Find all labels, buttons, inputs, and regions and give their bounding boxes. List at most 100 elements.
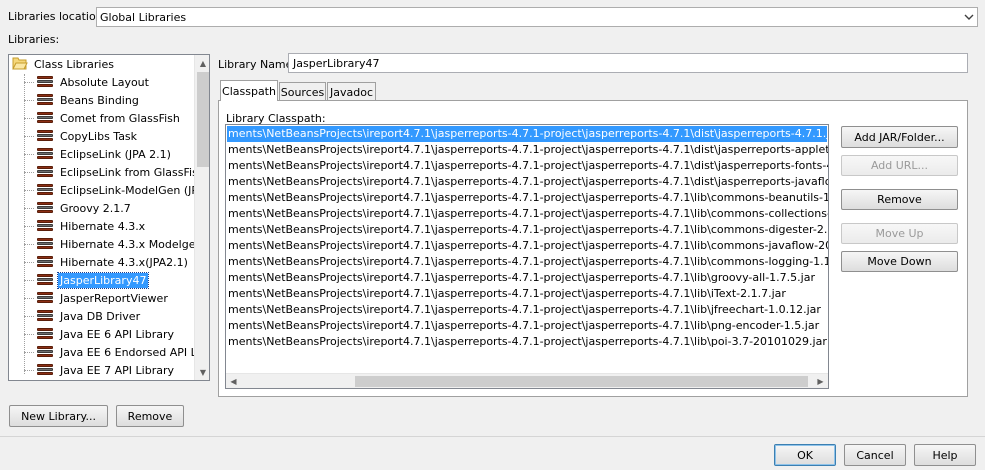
tree-item[interactable]: Beans Binding	[24, 91, 141, 109]
library-name-input[interactable]: JasperLibrary47	[288, 53, 968, 73]
tree-item[interactable]: JasperLibrary47	[24, 271, 150, 289]
folder-open-icon	[12, 56, 28, 73]
libraries-location-value: Global Libraries	[100, 10, 187, 24]
library-books-icon	[36, 255, 54, 269]
tree-scroll-thumb[interactable]	[197, 72, 209, 167]
dialog-separator	[0, 436, 985, 437]
tree-item-label: Absolute Layout	[60, 75, 149, 89]
tree-item-label: Hibernate 4.3.x Modelgen	[60, 237, 203, 251]
tab-sources[interactable]: Sources	[279, 82, 326, 101]
classpath-entry[interactable]: ments\NetBeansProjects\ireport4.7.1\jasp…	[227, 158, 828, 174]
tree-item-label: EclipseLink from GlassFish	[60, 165, 205, 179]
add-jar-folder-button[interactable]: Add JAR/Folder...	[841, 126, 958, 148]
library-tree[interactable]: Class Libraries Absolute Layout Beans Bin…	[8, 54, 210, 381]
tab-classpath[interactable]: Classpath	[220, 80, 278, 101]
tree-item-label: EclipseLink (JPA 2.1)	[60, 147, 171, 161]
tree-vertical-scrollbar[interactable]: ▲ ▼	[194, 55, 209, 380]
tab-javadoc-label: Javadoc	[330, 85, 373, 99]
tree-item[interactable]: Hibernate 4.3.x	[24, 217, 147, 235]
tree-item[interactable]: Hibernate 4.3.x Modelgen	[24, 235, 204, 253]
library-books-icon	[36, 75, 54, 89]
library-books-icon	[36, 327, 54, 341]
ok-button[interactable]: OK	[774, 444, 836, 466]
remove-library-button[interactable]: Remove	[116, 405, 184, 427]
move-down-button[interactable]: Move Down	[841, 251, 958, 272]
classpath-entry[interactable]: ments\NetBeansProjects\ireport4.7.1\jasp…	[227, 318, 827, 334]
tree-item[interactable]: Java EE 6 Endorsed API Libra	[24, 343, 210, 361]
tree-item-label: Hibernate 4.3.x(JPA2.1)	[60, 255, 188, 269]
classpath-entry[interactable]: ments\NetBeansProjects\ireport4.7.1\jasp…	[227, 206, 828, 222]
tab-javadoc[interactable]: Javadoc	[327, 82, 376, 101]
library-books-icon	[36, 309, 54, 323]
tab-classpath-label: Classpath	[222, 84, 276, 98]
library-books-icon	[36, 345, 54, 359]
scroll-down-arrow-icon[interactable]: ▼	[195, 364, 209, 380]
tree-item[interactable]: EclipseLink-ModelGen (JPA 2.	[24, 181, 210, 199]
library-name-label: Library Name:	[218, 58, 297, 71]
tree-item[interactable]: Comet from GlassFish	[24, 109, 182, 127]
library-books-icon	[36, 273, 54, 287]
help-button[interactable]: Help	[914, 444, 976, 466]
add-url-button[interactable]: Add URL...	[841, 155, 958, 176]
tab-sources-label: Sources	[280, 85, 325, 99]
tree-item[interactable]: Java EE 6 API Library	[24, 325, 176, 343]
tree-item[interactable]: Groovy 2.1.7	[24, 199, 133, 217]
classpath-entry[interactable]: ments\NetBeansProjects\ireport4.7.1\jasp…	[227, 238, 828, 254]
remove-classpath-button[interactable]: Remove	[841, 189, 958, 210]
tree-item[interactable]: JasperReportViewer	[24, 289, 170, 307]
libraries-location-label: Libraries location:	[8, 10, 107, 23]
tree-item-label: Java EE 6 API Library	[60, 327, 174, 341]
library-books-icon	[36, 201, 54, 215]
scroll-left-arrow-icon[interactable]: ◀	[226, 374, 241, 388]
classpath-entry[interactable]: ments\NetBeansProjects\ireport4.7.1\jasp…	[227, 270, 827, 286]
tree-root-label: Class Libraries	[34, 57, 114, 71]
tree-item-label: EclipseLink-ModelGen (JPA 2.	[60, 183, 210, 197]
tree-item-label: Java EE 6 Endorsed API Libra	[60, 345, 210, 359]
cancel-button[interactable]: Cancel	[844, 444, 906, 466]
classpath-entry[interactable]: ments\NetBeansProjects\ireport4.7.1\jasp…	[227, 142, 828, 158]
scroll-right-arrow-icon[interactable]: ▶	[813, 374, 828, 388]
library-books-icon	[36, 219, 54, 233]
tree-item-label: CopyLibs Task	[60, 129, 138, 143]
library-books-icon	[36, 147, 54, 161]
classpath-entry[interactable]: ments\NetBeansProjects\ireport4.7.1\jasp…	[227, 334, 827, 350]
tree-item[interactable]: Java DB Driver	[24, 307, 142, 325]
classpath-entry[interactable]: ments\NetBeansProjects\ireport4.7.1\jasp…	[227, 302, 827, 318]
tree-item-label: JasperLibrary47	[56, 271, 150, 289]
tree-item-label: Java DB Driver	[60, 309, 141, 323]
library-books-icon	[36, 93, 54, 107]
library-books-icon	[36, 165, 54, 179]
tree-item[interactable]: Java EE 7 API Library	[24, 361, 176, 379]
classpath-entry[interactable]: ments\NetBeansProjects\ireport4.7.1\jasp…	[227, 190, 828, 206]
scroll-up-arrow-icon[interactable]: ▲	[195, 55, 209, 71]
tree-item[interactable]: CopyLibs Task	[24, 127, 139, 145]
library-books-icon	[36, 183, 54, 197]
library-books-icon	[36, 237, 54, 251]
classpath-entry[interactable]: ments\NetBeansProjects\ireport4.7.1\jasp…	[227, 286, 827, 302]
library-books-icon	[36, 363, 54, 377]
classpath-entry[interactable]: ments\NetBeansProjects\ireport4.7.1\jasp…	[227, 126, 828, 142]
classpath-list[interactable]: ments\NetBeansProjects\ireport4.7.1\jasp…	[225, 124, 829, 389]
classpath-horizontal-scrollbar[interactable]: ◀ ▶	[226, 373, 828, 388]
tree-root-class-libraries[interactable]: Class Libraries	[12, 55, 116, 73]
tree-item-label: Comet from GlassFish	[60, 111, 180, 125]
tree-item-label: Beans Binding	[60, 93, 139, 107]
classpath-entry[interactable]: ments\NetBeansProjects\ireport4.7.1\jasp…	[227, 222, 828, 238]
libraries-label: Libraries:	[8, 33, 60, 46]
move-up-button[interactable]: Move Up	[841, 223, 958, 244]
libraries-location-combo[interactable]: Global Libraries	[96, 7, 978, 27]
tree-item-label: Hibernate 4.3.x	[60, 219, 146, 233]
classpath-scroll-thumb[interactable]	[355, 376, 808, 387]
library-name-value: JasperLibrary47	[293, 56, 380, 70]
tree-item[interactable]: Absolute Layout	[24, 73, 151, 91]
tree-item[interactable]: EclipseLink (JPA 2.1)	[24, 145, 173, 163]
tree-item[interactable]: Hibernate 4.3.x(JPA2.1)	[24, 253, 190, 271]
library-books-icon	[36, 111, 54, 125]
tree-item-label: JasperReportViewer	[60, 291, 168, 305]
tree-item[interactable]: EclipseLink from GlassFish	[24, 163, 207, 181]
chevron-down-icon[interactable]	[960, 8, 977, 26]
classpath-entry[interactable]: ments\NetBeansProjects\ireport4.7.1\jasp…	[227, 174, 828, 190]
tree-item-label: Groovy 2.1.7	[60, 201, 131, 215]
classpath-entry[interactable]: ments\NetBeansProjects\ireport4.7.1\jasp…	[227, 254, 828, 270]
new-library-button[interactable]: New Library...	[9, 405, 108, 427]
